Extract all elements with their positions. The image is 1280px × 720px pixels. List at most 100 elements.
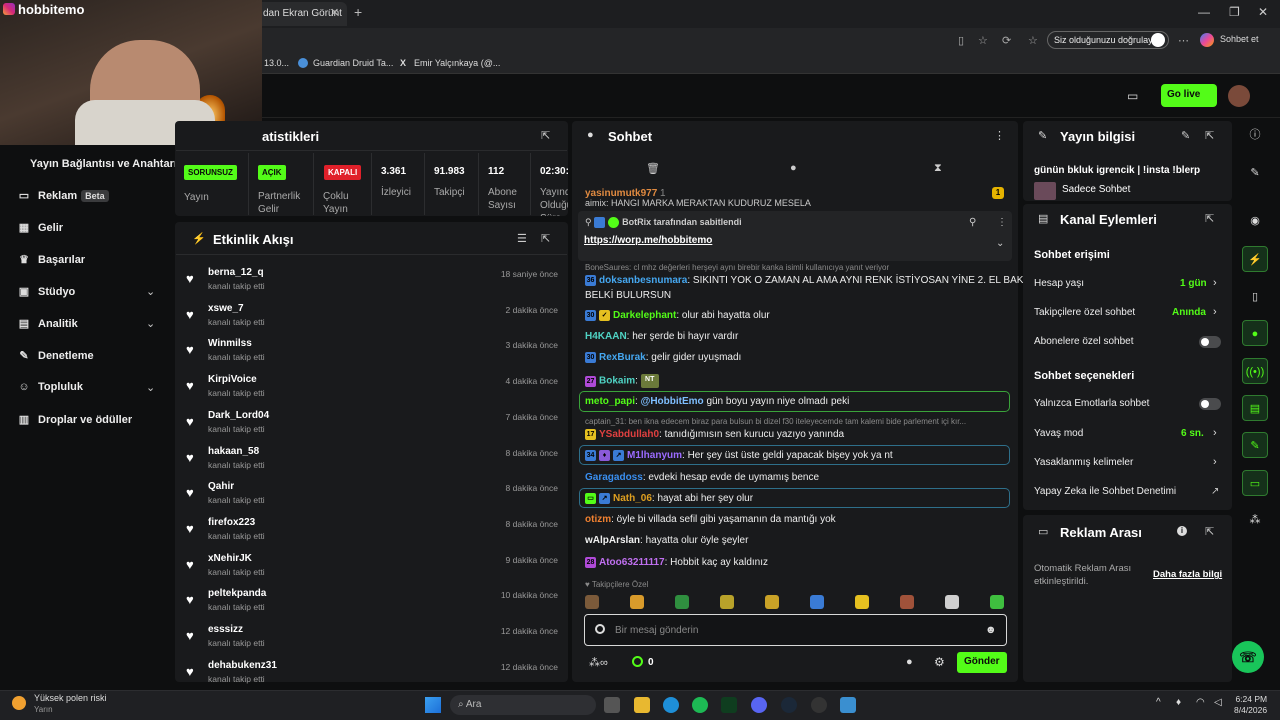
filter-icon[interactable]: ☰	[517, 232, 527, 245]
chat-username[interactable]: Bokaim	[599, 376, 635, 387]
info-icon[interactable]: i	[1177, 526, 1187, 536]
emote-icon[interactable]	[720, 595, 734, 609]
broadcast-icon[interactable]: ((•))	[1242, 358, 1268, 384]
extensions-icon[interactable]: ⟳	[1002, 34, 1011, 47]
mic-icon[interactable]: ♦	[1176, 697, 1181, 708]
followers-only-value[interactable]: Anında	[1172, 307, 1206, 318]
windows-start-icon[interactable]	[425, 697, 441, 713]
steam-icon[interactable]	[781, 697, 797, 713]
chevron-right-icon[interactable]: ›	[1213, 277, 1217, 289]
list-item[interactable]: ♥ esssizz kanalı takip etti 12 dakika önce	[186, 624, 558, 660]
sidebar-item-drops[interactable]: ▥ Droplar ve ödüller	[18, 413, 132, 426]
spotify-icon[interactable]	[692, 697, 708, 713]
chevron-right-icon[interactable]: ›	[1213, 427, 1217, 439]
file-explorer-icon[interactable]	[634, 697, 650, 713]
maximize-icon[interactable]: ❐	[1229, 5, 1240, 19]
chevron-right-icon[interactable]: ›	[1213, 456, 1217, 468]
kick-app-icon[interactable]	[721, 697, 737, 713]
discord-icon[interactable]	[751, 697, 767, 713]
edit-icon[interactable]: ✎	[1242, 160, 1268, 186]
list-item[interactable]: ♥ Qahir kanalı takip etti 8 dakika önce	[186, 481, 558, 517]
list-item[interactable]: ♥ firefox223 kanalı takip etti 8 dakika önc…	[186, 517, 558, 553]
camera-icon[interactable]: ◉	[1242, 208, 1268, 234]
channel-actions-icon[interactable]: ▤	[1242, 395, 1268, 421]
list-item[interactable]: ♥ Dark_Lord04 kanalı takip etti 7 dakika ön…	[186, 410, 558, 446]
emote-icon[interactable]	[900, 595, 914, 609]
sidebar-item-achievements[interactable]: ♛ Başarılar	[18, 253, 85, 266]
apps-icon[interactable]: ⁂	[1242, 507, 1268, 533]
chat-mode-icon[interactable]: ●	[790, 162, 797, 174]
sidebar-item-analytics[interactable]: ▤ Analitik	[18, 317, 78, 330]
sidebar-item-ads[interactable]: ▭ Reklam Beta	[18, 189, 109, 202]
popout-icon[interactable]: ⇱	[541, 232, 550, 245]
list-item[interactable]: ♥ peltekpanda kanalı takip etti 10 dakika ö…	[186, 588, 558, 624]
chevron-down-icon[interactable]: ⌄	[146, 381, 155, 394]
volume-icon[interactable]: ◁	[1214, 697, 1222, 708]
follower-name[interactable]: xswe_7	[208, 303, 244, 314]
chat-username[interactable]: otizm	[585, 514, 611, 525]
chevron-down-icon[interactable]: ⌄	[146, 285, 155, 298]
slow-mode-value[interactable]: 6 sn.	[1181, 428, 1204, 439]
sidebar-item-revenue[interactable]: ▦ Gelir	[18, 221, 63, 234]
wrench-icon[interactable]: ✎	[1242, 432, 1268, 458]
followers-only-label[interactable]: Takipçilere özel sohbet	[1034, 307, 1135, 318]
chat-username[interactable]: Darkelephant	[613, 310, 676, 321]
follower-name[interactable]: esssizz	[208, 624, 243, 635]
list-item[interactable]: ♥ xswe_7 kanalı takip etti 2 dakika önce	[186, 303, 558, 339]
theater-mode-icon[interactable]: ▭	[1127, 89, 1138, 103]
edit-icon[interactable]: ✎	[1181, 129, 1190, 142]
popout-icon[interactable]: ⇱	[541, 129, 550, 142]
emote-only-toggle[interactable]	[1199, 398, 1221, 410]
pinned-menu-icon[interactable]: ⋮	[997, 217, 1007, 228]
support-chat-button[interactable]: ☏	[1232, 641, 1264, 673]
chat-username[interactable]: yasinumutk977	[585, 188, 657, 199]
sidebar-item-connection[interactable]: Yayın Bağlantısı ve Anahtarı	[30, 158, 177, 170]
follower-name[interactable]: dehabukenz31	[208, 660, 277, 671]
hourglass-icon[interactable]: ⧗	[934, 162, 942, 175]
send-button[interactable]: Gönder	[957, 652, 1007, 673]
unpin-icon[interactable]: ⚲	[969, 217, 976, 228]
sidebar-item-community[interactable]: ☺ Topluluk	[18, 381, 83, 393]
new-tab-icon[interactable]: +	[354, 4, 362, 20]
emote-icon[interactable]	[585, 595, 599, 609]
chat-mention[interactable]: @HobbitEmo	[641, 396, 704, 407]
copilot-chat-label[interactable]: Sohbet et	[1220, 34, 1259, 44]
ai-moderation-label[interactable]: Yapay Zeka ile Sohbet Denetimi	[1034, 486, 1176, 497]
chevron-right-icon[interactable]: ›	[1213, 306, 1217, 318]
chat-username[interactable]: RexBurak	[599, 352, 646, 363]
chat-username[interactable]: Garagadoss	[585, 472, 643, 483]
notes-icon[interactable]: ▯	[1242, 284, 1268, 310]
emote-icon[interactable]	[990, 595, 1004, 609]
gift-badge-icon[interactable]: 1	[992, 187, 1004, 199]
chat-username[interactable]: meto_papi	[585, 396, 635, 407]
follower-name[interactable]: peltekpanda	[208, 588, 266, 599]
collections-icon[interactable]: ☆	[1028, 34, 1038, 47]
chat-username[interactable]: H4KAAN	[585, 331, 627, 342]
close-window-icon[interactable]: ✕	[1258, 5, 1268, 19]
popout-icon[interactable]: ⇱	[1205, 525, 1214, 538]
minimize-icon[interactable]: —	[1198, 5, 1210, 19]
chevron-down-icon[interactable]: ⌄	[146, 317, 155, 330]
sidebar-item-studio[interactable]: ▣ Stüdyo	[18, 285, 75, 298]
emote-icon[interactable]	[810, 595, 824, 609]
favorite-star-icon[interactable]: ☆	[978, 34, 988, 47]
reader-icon[interactable]: ▯	[958, 34, 964, 47]
chat-username[interactable]: YSabdullah0	[599, 429, 659, 440]
tray-chevron-icon[interactable]: ^	[1156, 697, 1161, 708]
chat-username[interactable]: doksanbesnumara	[599, 275, 687, 286]
follower-name[interactable]: xNehirJK	[208, 553, 252, 564]
list-item[interactable]: ♥ xNehirJK kanalı takip etti 9 dakika önce	[186, 553, 558, 589]
taskbar-clock[interactable]: 6:24 PM 8/4/2026	[1234, 694, 1267, 716]
banned-words-label[interactable]: Yasaklanmış kelimeler	[1034, 457, 1133, 468]
weather-text[interactable]: Yüksek polen riski	[34, 693, 107, 703]
chat-username[interactable]: M1lhanyum	[627, 450, 682, 461]
bolt-icon[interactable]: ⚡	[1242, 246, 1268, 272]
emote-icon[interactable]	[675, 595, 689, 609]
follower-name[interactable]: Dark_Lord04	[208, 410, 269, 421]
emote-icon[interactable]	[945, 595, 959, 609]
chevron-down-icon[interactable]: ⌄	[996, 238, 1004, 249]
taskbar-search[interactable]: ⌕ Ara	[450, 695, 596, 715]
follower-name[interactable]: hakaan_58	[208, 446, 259, 457]
bookmark-1[interactable]: 13.0...	[264, 58, 289, 68]
network-icon[interactable]: ◠	[1196, 697, 1205, 708]
